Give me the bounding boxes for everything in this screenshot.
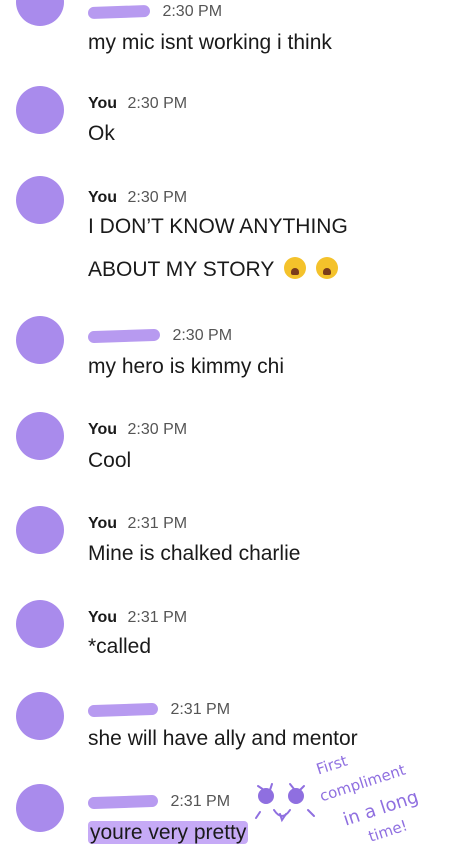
redacted-sender-name: [87, 702, 159, 717]
loudly-crying-face-icon: [315, 257, 338, 279]
sender-name: You: [88, 609, 118, 626]
message-header: You 2:30 PM: [88, 94, 187, 114]
message-time: 2:31 PM: [127, 609, 188, 626]
message-text: *called: [88, 635, 152, 658]
avatar[interactable]: [16, 692, 64, 740]
message-text: Ok: [88, 122, 115, 145]
sender-name: You: [88, 189, 118, 206]
message-header: 2:31 PM: [87, 700, 231, 720]
message-text: she will have ally and mentor: [88, 727, 358, 750]
message-time: 2:30 PM: [162, 3, 223, 20]
avatar[interactable]: [16, 412, 64, 460]
message-text: my hero is kimmy chi: [88, 355, 285, 378]
message-header: You 2:30 PM: [88, 188, 187, 208]
chat-log: 2:30 PM my mic isnt working i think You …: [0, 0, 474, 863]
message-time: 2:30 PM: [127, 421, 188, 438]
message-header: You 2:30 PM: [88, 420, 187, 440]
sender-name: You: [88, 515, 118, 532]
handwritten-annotation: First compliment in a long time!: [250, 752, 470, 857]
message-time: 2:31 PM: [170, 793, 231, 810]
message-text: I DON’T KNOW ANYTHING: [88, 215, 348, 238]
message-header: You 2:31 PM: [88, 514, 187, 534]
message-header: 2:30 PM: [87, 326, 233, 346]
message-header: You 2:31 PM: [88, 608, 187, 628]
redacted-sender-name: [87, 4, 151, 19]
avatar[interactable]: [16, 600, 64, 648]
message-text: my mic isnt working i think: [88, 31, 332, 54]
message-time: 2:31 PM: [127, 515, 188, 532]
avatar[interactable]: [16, 784, 64, 832]
avatar[interactable]: [16, 506, 64, 554]
message-text: Cool: [88, 449, 132, 472]
loudly-crying-face-icon: [283, 257, 306, 279]
message-text: ABOUT MY STORY: [88, 257, 338, 283]
message-text: Mine is chalked charlie: [88, 542, 301, 565]
message-header: 2:30 PM: [87, 2, 223, 22]
message-time: 2:30 PM: [127, 95, 188, 112]
message-time: 2:30 PM: [127, 189, 188, 206]
message-time: 2:30 PM: [172, 327, 233, 344]
sender-name: You: [88, 95, 118, 112]
redacted-sender-name: [87, 794, 159, 809]
sender-name: You: [88, 421, 118, 438]
message-text: youre very pretty: [88, 820, 249, 846]
message-header: 2:31 PM: [87, 792, 231, 812]
highlighted-text: youre very pretty: [88, 821, 249, 844]
avatar[interactable]: [16, 176, 64, 224]
message-text-line: ABOUT MY STORY: [88, 258, 274, 281]
avatar[interactable]: [16, 316, 64, 364]
message-time: 2:31 PM: [170, 701, 231, 718]
redacted-sender-name: [87, 328, 161, 344]
avatar[interactable]: [16, 86, 64, 134]
avatar[interactable]: [16, 0, 64, 26]
